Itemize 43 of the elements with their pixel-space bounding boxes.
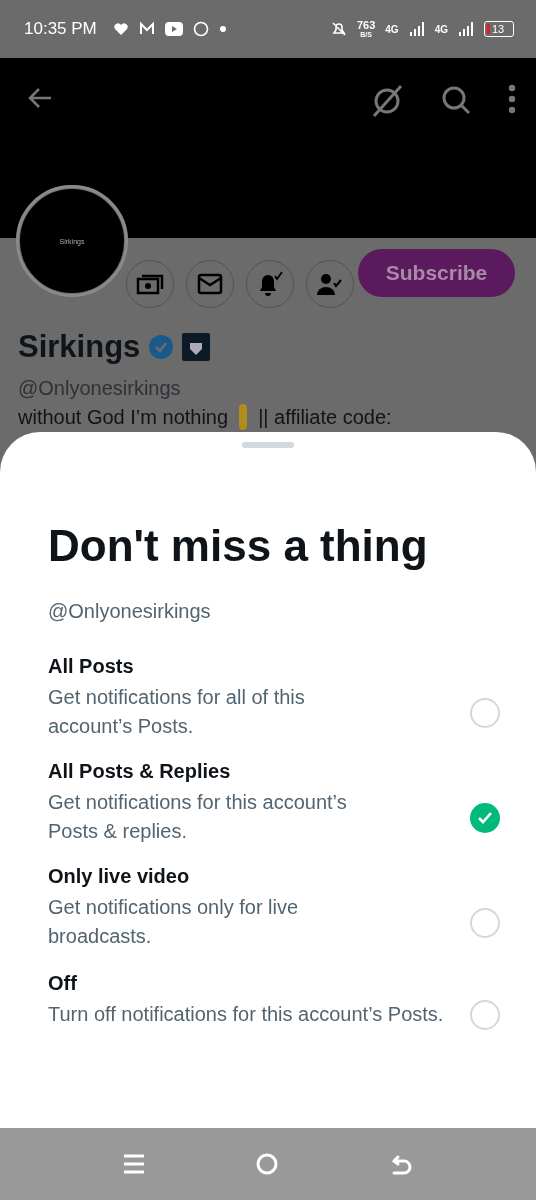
- signal-icon: [458, 22, 474, 36]
- option-title: Off: [48, 971, 78, 995]
- search-icon[interactable]: [440, 84, 472, 116]
- mail-icon: [197, 273, 223, 295]
- radio-button[interactable]: [470, 1000, 500, 1030]
- play-icon: [164, 22, 183, 36]
- slashed-circle-icon[interactable]: [370, 84, 404, 118]
- network-type: 4G: [434, 23, 448, 35]
- profile-handle: @Onlyonesirkings: [18, 377, 182, 400]
- bio-text: || affiliate code:: [258, 405, 392, 429]
- option-description: Turn off notifications for this account’s Posts.: [48, 1001, 445, 1027]
- battery-indicator: 13: [484, 21, 514, 37]
- option-description: Get notifications for all of this account’s Posts.: [48, 685, 306, 739]
- sheet-title: Don't miss a thing: [48, 524, 429, 568]
- bell-off-icon: [330, 21, 347, 37]
- person-check-icon: [316, 271, 344, 297]
- signal-icon: [408, 22, 425, 36]
- option-title: Only live video: [48, 865, 191, 888]
- sheet-handle: @Onlyonesirkings: [48, 600, 212, 623]
- money-icon: [136, 272, 164, 296]
- home-icon[interactable]: [256, 1153, 278, 1175]
- heart-icon: [112, 21, 129, 37]
- menu-icon[interactable]: [124, 1153, 144, 1175]
- drag-handle[interactable]: [242, 442, 294, 448]
- option-title: All Posts & Replies: [48, 760, 232, 783]
- dot-icon: [218, 25, 227, 33]
- option-description: Get notifications for this account’s Posts & replies.: [48, 790, 348, 844]
- mail-icon: [138, 21, 155, 37]
- back-icon[interactable]: [390, 1153, 412, 1175]
- bio-text: without God I’m nothing: [18, 405, 229, 429]
- check-icon: [477, 811, 493, 825]
- profile-name: Sirkings: [18, 329, 141, 365]
- more-icon[interactable]: [508, 84, 516, 114]
- radio-button[interactable]: [470, 698, 500, 728]
- clock: 10:35 PM: [24, 19, 97, 39]
- option-description: Get notifications only for live broadcasts.: [48, 895, 300, 949]
- radio-button[interactable]: [470, 908, 500, 938]
- verified-badge-icon: [148, 334, 175, 360]
- affiliate-badge-icon: [182, 333, 211, 361]
- option-title: All Posts: [48, 655, 135, 678]
- subscribe-button[interactable]: Subscribe: [358, 249, 515, 297]
- network-type: 4G: [385, 23, 399, 35]
- radio-button[interactable]: [470, 803, 500, 833]
